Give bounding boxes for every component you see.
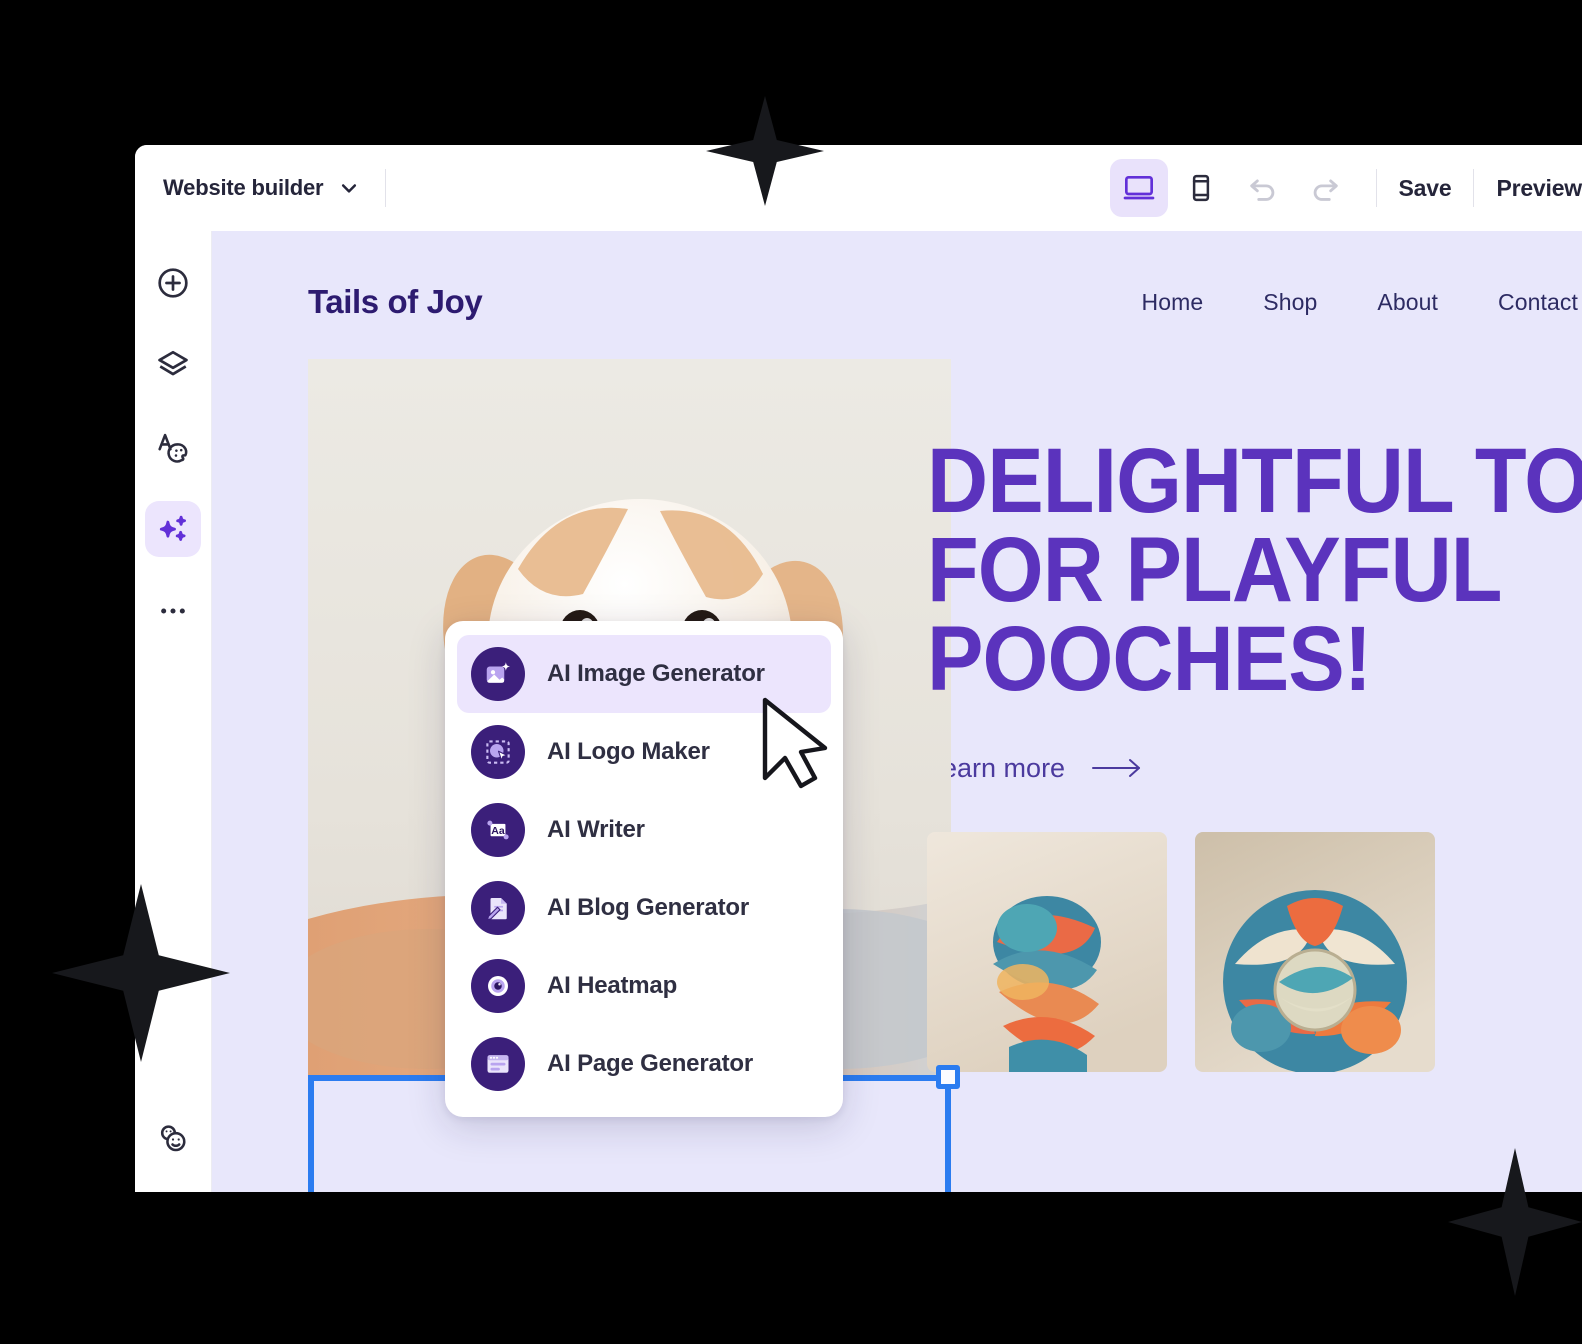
smiley-faces-icon [160, 1125, 186, 1152]
ai-heatmap-icon [471, 959, 525, 1013]
sidebar-item-layers[interactable] [145, 337, 201, 393]
toolbar-divider [1375, 169, 1377, 207]
product-thumbnail[interactable] [1195, 831, 1435, 1072]
screenshot-stage: Website builder Save Preview Tails of Jo… [0, 0, 1582, 1344]
toolbar-divider [385, 169, 387, 207]
menu-item-ai-writer[interactable]: Aa AI Writer [457, 791, 831, 869]
app-toolbar: Website builder Save Preview [135, 145, 1582, 231]
layers-icon [158, 350, 188, 376]
redo-icon [1313, 179, 1338, 201]
desktop-view-button[interactable] [1109, 159, 1168, 217]
sidebar-item-add[interactable] [145, 255, 201, 311]
product-name-label: Website builder [163, 175, 324, 200]
mobile-view-icon [1192, 174, 1209, 202]
hero-headline-line-3[interactable]: POOCHES! [927, 613, 1582, 705]
sidebar-item-ai-tools[interactable] [145, 501, 201, 557]
ball-toy-image [1195, 831, 1435, 1072]
undo-icon [1249, 179, 1274, 201]
menu-item-ai-heatmap[interactable]: AI Heatmap [457, 947, 831, 1025]
product-switcher[interactable]: Website builder [163, 175, 359, 201]
hero-headline-line-2[interactable]: FOR PLAYFUL [927, 524, 1582, 616]
nav-link-home[interactable]: Home [1142, 289, 1204, 316]
menu-item-ai-page-generator[interactable]: AI Page Generator [457, 1025, 831, 1103]
menu-item-label: AI Page Generator [547, 1050, 754, 1077]
ai-page-icon [471, 1037, 525, 1091]
nav-link-shop[interactable]: Shop [1263, 289, 1317, 316]
hero-section: DELIGHTFUL TOYS FOR PLAYFUL POOCHES! Lea… [212, 359, 1582, 1192]
ai-writer-icon: Aa [471, 803, 525, 857]
arrow-right-icon [1092, 759, 1141, 778]
ellipsis-icon [161, 608, 185, 614]
ai-logo-icon [471, 725, 525, 779]
product-thumbnails [927, 831, 1582, 1072]
rope-toy-image [927, 831, 1167, 1072]
site-logo[interactable]: Tails of Joy [308, 283, 483, 321]
sidebar-item-feedback[interactable] [145, 1110, 201, 1166]
menu-item-label: AI Blog Generator [547, 894, 749, 921]
menu-item-label: AI Image Generator [547, 660, 765, 687]
menu-item-ai-blog-generator[interactable]: AI Blog Generator [457, 869, 831, 947]
svg-text:Aa: Aa [491, 825, 505, 837]
menu-item-ai-logo-maker[interactable]: AI Logo Maker [457, 713, 831, 791]
hero-headline-line-1[interactable]: DELIGHTFUL TOYS [927, 435, 1582, 527]
desktop-view-icon [1123, 176, 1154, 200]
learn-more-link[interactable]: Learn more [927, 753, 1582, 784]
nav-link-contact[interactable]: Contact [1498, 289, 1578, 316]
website-builder-window: Website builder Save Preview Tails of Jo… [135, 145, 1582, 1192]
preview-button[interactable]: Preview [1496, 175, 1582, 202]
menu-item-label: AI Heatmap [547, 972, 678, 999]
nav-link-about[interactable]: About [1377, 289, 1438, 316]
toolbar-actions: Save Preview [1109, 159, 1582, 217]
hero-text-column: DELIGHTFUL TOYS FOR PLAYFUL POOCHES! Lea… [869, 359, 1582, 1079]
site-header: Tails of Joy Home Shop About Contact [212, 231, 1582, 321]
toolbar-divider [1473, 169, 1475, 207]
undo-button[interactable] [1234, 159, 1292, 217]
mobile-view-button[interactable] [1172, 159, 1230, 217]
menu-item-label: AI Logo Maker [547, 738, 710, 765]
menu-item-label: AI Writer [547, 816, 645, 843]
ai-tools-menu: AI Image Generator AI Logo Maker Aa AI W… [445, 621, 843, 1117]
plus-circle-icon [158, 268, 188, 298]
redo-button[interactable] [1296, 159, 1354, 217]
chevron-down-icon[interactable] [339, 178, 359, 198]
menu-item-ai-image-generator[interactable]: AI Image Generator [457, 635, 831, 713]
sparkles-icon [159, 515, 186, 541]
save-button[interactable]: Save [1399, 175, 1452, 202]
site-nav-links: Home Shop About Contact [1142, 289, 1582, 316]
design-canvas[interactable]: Tails of Joy Home Shop About Contact DEL… [212, 231, 1582, 1192]
text-palette-icon [158, 433, 188, 463]
product-thumbnail[interactable] [927, 831, 1167, 1072]
sidebar-item-theme[interactable] [145, 419, 201, 475]
editor-sidebar [135, 231, 212, 1192]
editor-body: Tails of Joy Home Shop About Contact DEL… [135, 231, 1582, 1192]
ai-image-icon [471, 647, 525, 701]
ai-blog-icon [471, 881, 525, 935]
sidebar-item-more[interactable] [145, 583, 201, 639]
